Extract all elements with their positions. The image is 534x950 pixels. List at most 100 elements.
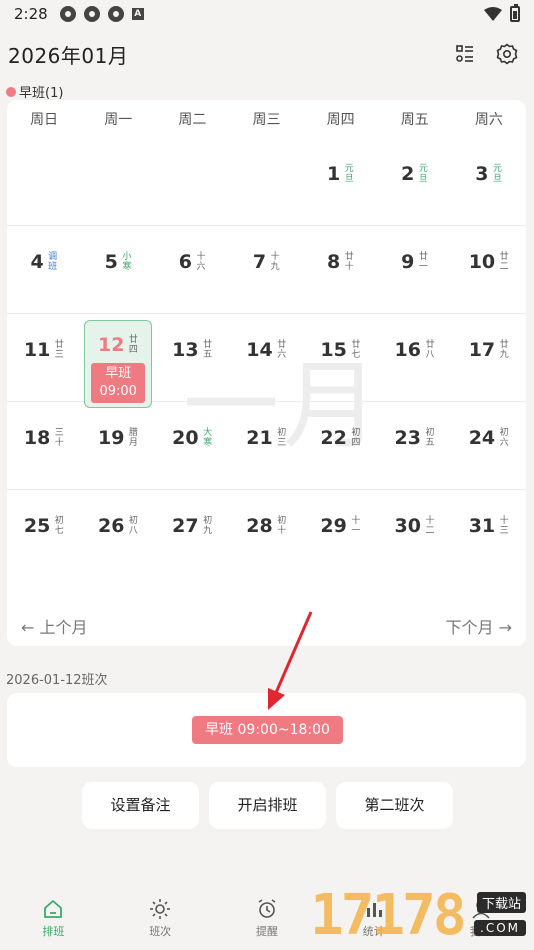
calendar-day[interactable]: 1 元旦 xyxy=(304,138,378,225)
day-content: 29 十一 xyxy=(304,514,378,554)
lunar-date: 十三 xyxy=(499,516,509,536)
day-number: 3 xyxy=(475,163,489,185)
day-number: 29 xyxy=(320,515,347,537)
lunar-date: 十九 xyxy=(270,252,280,272)
lunar-date: 元旦 xyxy=(344,164,354,184)
calendar-day[interactable]: 28 初十 xyxy=(229,490,303,578)
tab-shifts[interactable]: 班次 xyxy=(107,890,214,950)
calendar-day[interactable]: 30 十二 xyxy=(378,490,452,578)
calendar-day[interactable]: 19 腊月 xyxy=(81,402,155,489)
shift-legend-dot xyxy=(6,86,16,97)
calendar-card: 一月 周日 周一 周二 周三 周四 周五 周六 1 元旦 2 元旦 3 元旦 4 调班 5 小寒 6… xyxy=(7,100,526,646)
calendar-day[interactable]: 21 初三 xyxy=(229,402,303,489)
day-number: 6 xyxy=(178,251,192,273)
calendar-day[interactable]: 17 廿九 xyxy=(452,314,526,401)
alarm-clock-icon xyxy=(258,899,276,918)
day-number: 22 xyxy=(320,427,347,449)
calendar-day[interactable]: 29 十一 xyxy=(304,490,378,578)
enable-schedule-button[interactable]: 开启排班 xyxy=(209,782,326,829)
lunar-date: 廿四 xyxy=(128,335,138,355)
notification-app-icon xyxy=(107,6,124,22)
sun-icon xyxy=(150,899,171,919)
calendar-day[interactable]: 26 初八 xyxy=(81,490,155,578)
second-shift-button[interactable]: 第二班次 xyxy=(336,782,453,829)
calendar-day[interactable]: 3 元旦 xyxy=(452,138,526,225)
calendar-day[interactable]: 23 初五 xyxy=(378,402,452,489)
weekday-label: 周日 xyxy=(30,112,59,128)
day-content: 25 初七 xyxy=(7,514,81,554)
status-notification-icons: A xyxy=(59,6,144,22)
day-shift-name: 早班 xyxy=(105,366,132,381)
calendar-day[interactable]: 31 十三 xyxy=(452,490,526,578)
calendar-day[interactable]: 25 初七 xyxy=(7,490,81,578)
lunar-date: 初七 xyxy=(54,516,64,536)
calendar-day[interactable]: 10 廿二 xyxy=(452,226,526,313)
lunar-date: 十二 xyxy=(425,516,435,536)
lunar-date: 廿八 xyxy=(425,340,435,360)
day-number: 1 xyxy=(327,163,341,185)
calendar-day[interactable]: 6 十六 xyxy=(155,226,229,313)
calendar-day[interactable]: 2 元旦 xyxy=(378,138,452,225)
calendar-empty-cell xyxy=(7,138,81,225)
day-content: 2 元旦 xyxy=(378,162,452,202)
day-content: 10 廿二 xyxy=(452,250,526,290)
calendar-day[interactable]: 11 廿三 xyxy=(7,314,81,401)
weekday-label: 周四 xyxy=(326,112,355,128)
lunar-date: 初三 xyxy=(277,428,287,448)
day-content: 18 三十 xyxy=(7,426,81,466)
calendar-day[interactable]: 27 初九 xyxy=(155,490,229,578)
day-number: 2 xyxy=(401,163,415,185)
lunar-date: 十六 xyxy=(196,252,206,272)
weekday-label: 周六 xyxy=(474,112,503,128)
app-header: 2026年01月 xyxy=(0,36,534,72)
calendar-day[interactable]: 15 廿七 xyxy=(304,314,378,401)
status-bar: 2:28 A xyxy=(0,0,534,28)
tab-profile[interactable]: 我的 xyxy=(427,890,534,950)
tab-reminder[interactable]: 提醒 xyxy=(214,890,321,950)
calendar-day[interactable]: 18 三十 xyxy=(7,402,81,489)
battery-icon xyxy=(510,4,520,22)
tab-statistics[interactable]: 统计 xyxy=(320,890,427,950)
calendar-day[interactable]: 14 廿六 xyxy=(229,314,303,401)
calendar-week-row: 4 调班 5 小寒 6 十六 7 十九 8 廿十 9 廿一 10 廿二 xyxy=(7,226,526,314)
set-note-button[interactable]: 设置备注 xyxy=(82,782,199,829)
list-view-icon[interactable] xyxy=(454,43,476,65)
calendar-day[interactable]: 8 廿十 xyxy=(304,226,378,313)
calendar-day[interactable]: 24 初六 xyxy=(452,402,526,489)
calendar-day[interactable]: 9 廿一 xyxy=(378,226,452,313)
calendar-day[interactable]: 4 调班 xyxy=(7,226,81,313)
day-content: 11 廿三 xyxy=(7,338,81,378)
lunar-date: 初十 xyxy=(277,516,287,536)
tab-schedule[interactable]: 排班 xyxy=(0,890,107,950)
calendar-day[interactable]: 22 初四 xyxy=(304,402,378,489)
bottom-tab-bar: 排班 班次 提醒 统计 我的 xyxy=(0,890,534,950)
calendar-day[interactable]: 7 十九 xyxy=(229,226,303,313)
selected-day-highlight: 12 廿四 早班 09:00 xyxy=(84,320,153,408)
calendar-day[interactable]: 5 小寒 xyxy=(81,226,155,313)
calendar-week-row: 11 廿三 12 廿四 早班 09:00 13 廿五 14 廿六 15 廿七 16 廿八 17 廿九 xyxy=(7,314,526,408)
day-number: 18 xyxy=(23,427,51,449)
day-number: 17 xyxy=(468,339,496,361)
calendar-day[interactable]: 13 廿五 xyxy=(155,314,229,401)
day-content: 5 小寒 xyxy=(81,250,155,290)
calendar-week-row: 1 元旦 2 元旦 3 元旦 xyxy=(7,138,526,226)
day-number: 8 xyxy=(327,251,341,273)
prev-month-button[interactable]: ← 上个月 xyxy=(21,614,88,638)
lunar-date: 初八 xyxy=(128,516,138,536)
day-content: 6 十六 xyxy=(155,250,229,290)
header-actions xyxy=(454,43,526,65)
day-number: 13 xyxy=(172,339,199,361)
calendar-day-selected[interactable]: 12 廿四 早班 09:00 xyxy=(81,314,155,408)
calendar-empty-cell xyxy=(81,138,155,225)
calendar-day[interactable]: 20 大寒 xyxy=(155,402,229,489)
lunar-date: 十一 xyxy=(351,516,361,536)
settings-gear-icon[interactable] xyxy=(496,43,518,65)
shift-legend: 早班(1) xyxy=(6,82,63,101)
calendar-day[interactable]: 16 廿八 xyxy=(378,314,452,401)
next-month-button[interactable]: 下个月 → xyxy=(446,614,513,638)
month-title[interactable]: 2026年01月 xyxy=(8,40,128,69)
day-content: 21 初三 xyxy=(229,426,303,466)
day-content: 4 调班 xyxy=(7,250,81,290)
day-content: 23 初五 xyxy=(378,426,452,466)
selected-shift-pill[interactable]: 早班 09:00~18:00 xyxy=(192,716,343,744)
